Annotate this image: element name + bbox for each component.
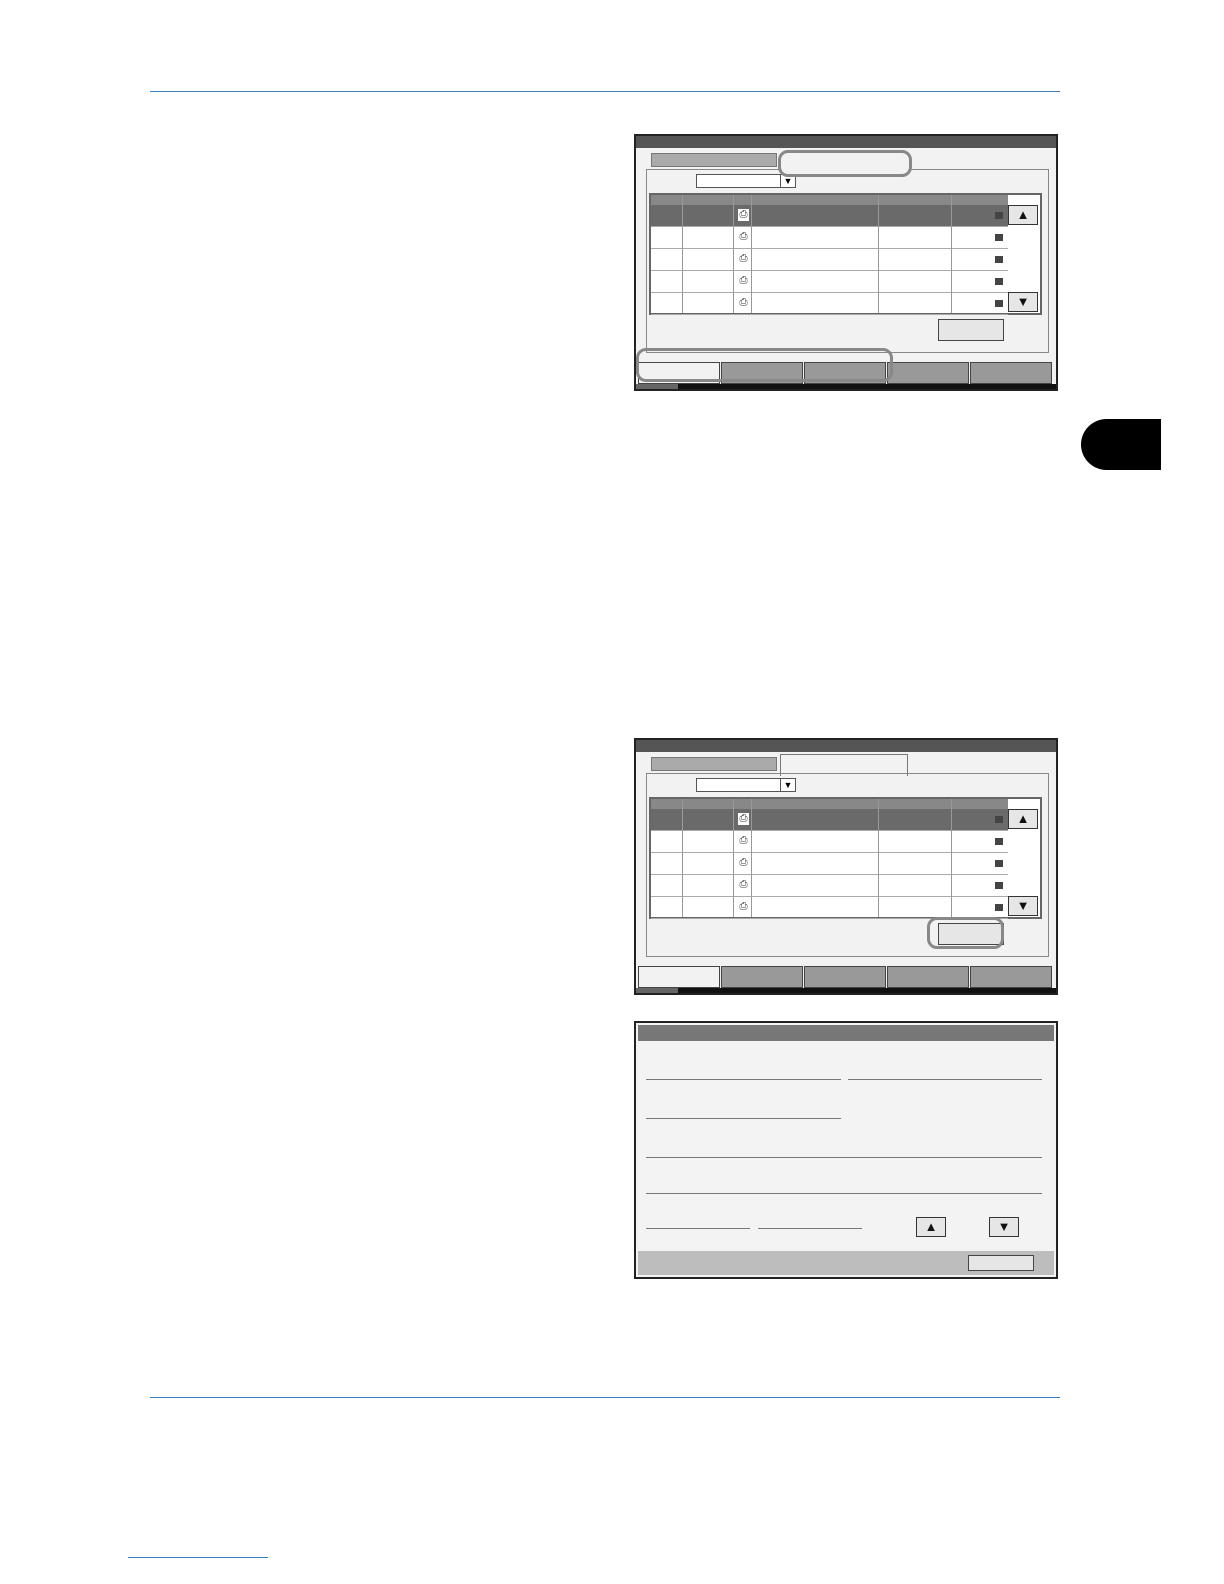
bottom-tab-2[interactable]: [721, 966, 803, 988]
table-row[interactable]: ⎙: [651, 853, 1008, 875]
bottom-tab-5[interactable]: [970, 966, 1052, 988]
column-divider: [751, 195, 752, 313]
printer-icon: ⎙: [738, 209, 749, 221]
chapter-tab: [1081, 419, 1161, 470]
printer-icon: ⎙: [739, 857, 748, 868]
field-underline: [646, 1157, 1042, 1158]
bottom-tab-1[interactable]: [638, 966, 720, 988]
column-divider: [751, 799, 752, 917]
printer-icon: ⎙: [739, 297, 748, 308]
status-icon: [995, 904, 1003, 911]
bottom-tab-4[interactable]: [887, 362, 969, 384]
status-icon: [995, 816, 1003, 823]
column-divider: [733, 799, 734, 917]
field-underline: [758, 1228, 862, 1229]
screen-title-bar: [636, 136, 1056, 148]
table-row[interactable]: ⎙: [651, 809, 1008, 831]
printer-icon: ⎙: [739, 231, 748, 242]
table-row[interactable]: ⎙: [651, 249, 1008, 271]
bottom-tab-4[interactable]: [887, 966, 969, 988]
printer-icon: ⎙: [739, 835, 748, 846]
bottom-tab-5[interactable]: [970, 362, 1052, 384]
field-underline: [646, 1228, 750, 1229]
status-icon: [995, 860, 1003, 867]
field-underline: [646, 1193, 1042, 1194]
field-underline: [646, 1118, 841, 1119]
table-row[interactable]: ⎙: [651, 205, 1008, 227]
detail-footer: [638, 1251, 1054, 1275]
status-progress: [636, 384, 678, 389]
header-rule: [150, 91, 1060, 92]
footer-rule: [150, 1397, 1060, 1398]
job-table: ⎙ ⎙ ⎙ ⎙ ⎙ ▲ ▼: [649, 193, 1042, 315]
scroll-down-button[interactable]: ▼: [1008, 896, 1038, 916]
printer-icon: ⎙: [739, 275, 748, 286]
column-divider: [682, 799, 683, 917]
scroll-up-button[interactable]: ▲: [1008, 205, 1038, 225]
job-detail-screen: ▲ ▼: [634, 1021, 1058, 1279]
table-row[interactable]: ⎙: [651, 831, 1008, 853]
printer-icon: ⎙: [739, 901, 748, 912]
tab-left[interactable]: [651, 153, 777, 167]
status-icon: [995, 234, 1003, 241]
column-divider: [733, 195, 734, 313]
scroll-up-button[interactable]: ▲: [1008, 809, 1038, 829]
close-button[interactable]: [968, 1255, 1034, 1271]
column-divider: [951, 799, 952, 917]
highlight-detail-button: [927, 917, 1004, 949]
bottom-tab-3[interactable]: [804, 966, 886, 988]
job-type-dropdown[interactable]: ▼: [696, 778, 796, 792]
table-row[interactable]: ⎙: [651, 271, 1008, 293]
status-progress: [636, 988, 678, 993]
scroll-down-button[interactable]: ▼: [989, 1217, 1019, 1237]
footer-link-underline[interactable]: [128, 1557, 268, 1558]
status-strip: [636, 988, 1056, 993]
status-icon: [995, 278, 1003, 285]
table-row[interactable]: ⎙: [651, 227, 1008, 249]
table-row[interactable]: ⎙: [651, 293, 1008, 315]
bottom-tab-bar: [638, 966, 1054, 988]
highlight-bottom-tabs: [636, 348, 893, 382]
scroll-up-button[interactable]: ▲: [916, 1217, 946, 1237]
tab-left[interactable]: [651, 757, 777, 771]
field-underline: [646, 1079, 841, 1080]
screen-title-bar: [638, 1025, 1054, 1041]
field-underline: [848, 1079, 1042, 1080]
column-divider: [682, 195, 683, 313]
highlight-active-tab: [778, 150, 912, 177]
job-table: ⎙ ⎙ ⎙ ⎙ ⎙ ▲ ▼: [649, 797, 1042, 919]
table-row[interactable]: ⎙: [651, 897, 1008, 919]
status-icon: [995, 256, 1003, 263]
column-divider: [951, 195, 952, 313]
status-icon: [995, 882, 1003, 889]
scroll-down-button[interactable]: ▼: [1008, 292, 1038, 312]
job-type-dropdown[interactable]: ▼: [696, 174, 796, 188]
table-row[interactable]: ⎙: [651, 875, 1008, 897]
status-strip: [636, 384, 1056, 389]
column-divider: [878, 799, 879, 917]
table-header: [651, 799, 1008, 809]
detail-button[interactable]: [938, 319, 1004, 341]
printer-icon: ⎙: [739, 879, 748, 890]
screen-title-bar: [636, 740, 1056, 752]
printer-icon: ⎙: [739, 253, 748, 264]
status-icon: [995, 212, 1003, 219]
chevron-down-icon: ▼: [780, 779, 795, 791]
printer-icon: ⎙: [738, 813, 749, 825]
status-icon: [995, 300, 1003, 307]
job-list-screen-2: ▼ ⎙ ⎙ ⎙ ⎙ ⎙ ▲ ▼: [634, 738, 1058, 995]
table-header: [651, 195, 1008, 205]
status-icon: [995, 838, 1003, 845]
column-divider: [878, 195, 879, 313]
